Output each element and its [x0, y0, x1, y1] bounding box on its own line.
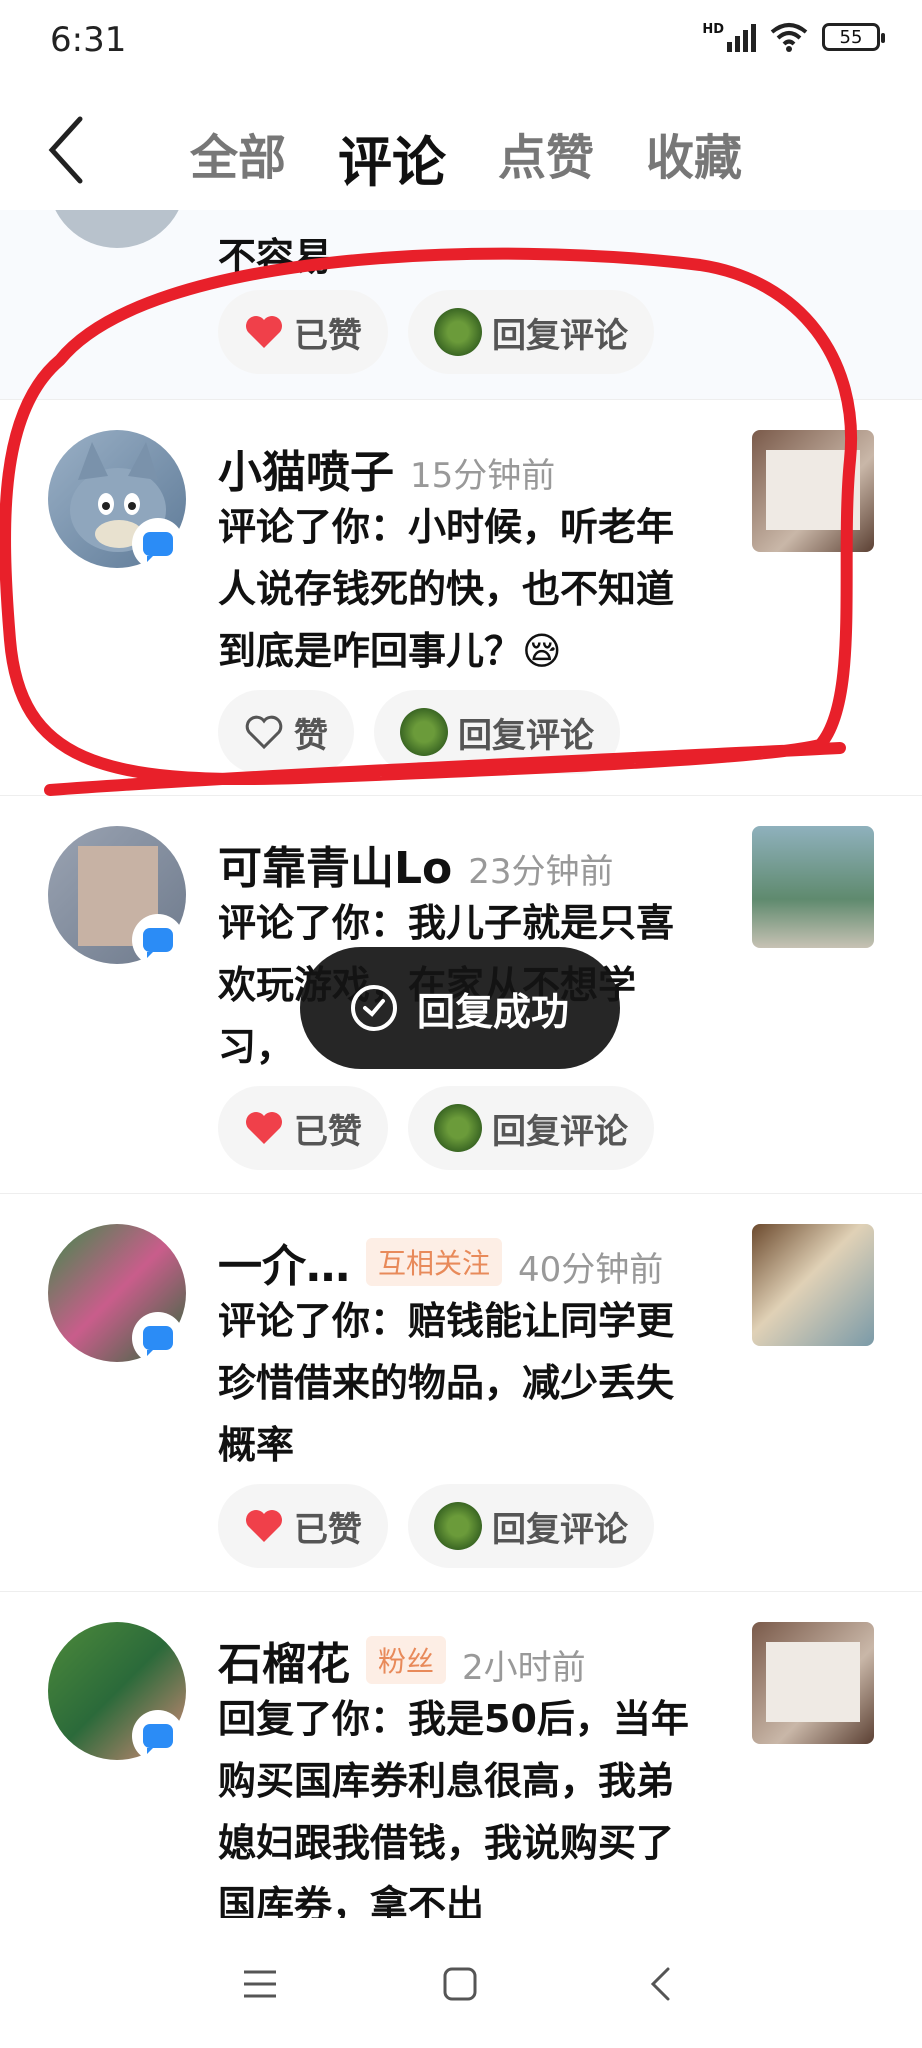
reply-button[interactable]: 回复评论 [408, 1484, 654, 1568]
comment-text[interactable]: 不容易 [218, 226, 698, 288]
comment-badge-icon [132, 518, 184, 570]
reply-button[interactable]: 回复评论 [408, 1086, 654, 1170]
hamburger-icon [244, 1970, 276, 1998]
chevron-left-icon [650, 1967, 670, 2001]
home-button[interactable] [430, 1954, 490, 2014]
tab-likes[interactable]: 点赞 [498, 118, 594, 197]
post-thumbnail[interactable] [752, 826, 874, 948]
like-button[interactable]: 赞 [218, 690, 354, 774]
like-button[interactable]: 已赞 [218, 290, 388, 374]
list-item[interactable]: 石榴花 粉丝 2小时前 回复了你：我是50后，当年购买国库券利息很高，我弟媳妇跟… [0, 1592, 922, 1918]
user-name[interactable]: 小猫喷子 [218, 436, 394, 500]
heart-filled-icon [246, 1112, 282, 1144]
chevron-left-icon [48, 116, 83, 184]
status-bar: 6:31 HD 55 [0, 0, 922, 90]
heart-filled-icon [246, 1510, 282, 1542]
name-row: 可靠青山Lo 23分钟前 [218, 832, 614, 896]
system-nav-bar [0, 1918, 922, 2048]
like-label: 已赞 [294, 1509, 362, 1550]
like-label: 赞 [294, 715, 328, 756]
tab-favorites[interactable]: 收藏 [646, 118, 742, 197]
my-avatar-icon [434, 308, 482, 356]
list-item[interactable]: 一介… 互相关注 40分钟前 评论了你：赔钱能让同学更珍惜借来的物品，减少丢失概… [0, 1194, 922, 1592]
name-row: 石榴花 粉丝 2小时前 [218, 1628, 586, 1692]
back-button[interactable] [46, 110, 106, 190]
battery-level: 55 [839, 26, 863, 48]
post-thumbnail[interactable] [752, 1622, 874, 1744]
reply-button[interactable]: 回复评论 [374, 690, 620, 774]
my-avatar-icon [434, 1502, 482, 1550]
status-time: 6:31 [50, 20, 127, 60]
timestamp: 23分钟前 [468, 852, 614, 892]
timestamp: 15分钟前 [410, 456, 556, 496]
avatar[interactable] [48, 210, 186, 248]
list-item[interactable]: 小猫喷子 15分钟前 评论了你：小时候，听老年人说存钱死的快，也不知道到底是咋回… [0, 400, 922, 796]
post-thumbnail[interactable] [752, 1224, 874, 1346]
nav-back-button[interactable] [630, 1954, 690, 2014]
like-button[interactable]: 已赞 [218, 1086, 388, 1170]
my-avatar-icon [434, 1104, 482, 1152]
tab-all[interactable]: 全部 [190, 118, 286, 197]
timestamp: 40分钟前 [518, 1250, 664, 1290]
status-icons: HD 55 [702, 22, 885, 52]
like-label: 已赞 [294, 315, 362, 356]
comment-badge-icon [132, 1710, 184, 1762]
post-thumbnail[interactable] [752, 430, 874, 552]
name-row: 一介… 互相关注 40分钟前 [218, 1230, 663, 1294]
name-row: 小猫喷子 15分钟前 [218, 436, 555, 500]
wifi-icon [770, 23, 808, 52]
square-icon [443, 1967, 477, 2001]
comment-text[interactable]: 评论了你：小时候，听老年人说存钱死的快，也不知道到底是咋回事儿？😪 [218, 496, 698, 682]
tab-comments[interactable]: 评论 [338, 118, 446, 197]
comment-actions: 已赞 回复评论 [218, 290, 654, 374]
comment-actions: 赞 回复评论 [218, 690, 620, 774]
heart-outline-icon [245, 715, 283, 750]
reply-label: 回复评论 [492, 1111, 628, 1152]
user-name[interactable]: 石榴花 [218, 1628, 350, 1692]
reply-label: 回复评论 [458, 715, 594, 756]
comment-actions: 已赞 回复评论 [218, 1484, 654, 1568]
reply-label: 回复评论 [492, 315, 628, 356]
comment-badge-icon [132, 1312, 184, 1364]
network-type-label: HD [702, 22, 724, 37]
mutual-follow-badge: 互相关注 [366, 1238, 503, 1286]
menu-button[interactable] [230, 1954, 290, 2014]
my-avatar-icon [400, 708, 448, 756]
tab-bar: 全部 评论 点赞 收藏 [190, 118, 742, 197]
reply-button[interactable]: 回复评论 [408, 290, 654, 374]
comment-text[interactable]: 回复了你：我是50后，当年购买国库券利息很高，我弟媳妇跟我借钱，我说购买了国库券… [218, 1688, 698, 1918]
comment-text[interactable]: 评论了你：赔钱能让同学更珍惜借来的物品，减少丢失概率 [218, 1290, 698, 1476]
notification-header: 全部 评论 点赞 收藏 [0, 90, 922, 210]
timestamp: 2小时前 [462, 1648, 586, 1688]
reply-success-toast: 回复成功 [300, 947, 620, 1069]
heart-filled-icon [246, 316, 282, 348]
like-label: 已赞 [294, 1111, 362, 1152]
user-name[interactable]: 一介… [218, 1230, 350, 1294]
check-circle-icon [350, 985, 397, 1031]
list-item-partial: 不容易 已赞 回复评论 [0, 210, 922, 400]
fan-badge: 粉丝 [366, 1636, 447, 1684]
reply-label: 回复评论 [492, 1509, 628, 1550]
comment-actions: 已赞 回复评论 [218, 1086, 654, 1170]
signal-icon: HD [702, 22, 756, 52]
toast-label: 回复成功 [416, 989, 569, 1034]
battery-icon: 55 [822, 23, 885, 51]
user-name[interactable]: 可靠青山Lo [218, 832, 452, 896]
comment-badge-icon [132, 914, 184, 966]
like-button[interactable]: 已赞 [218, 1484, 388, 1568]
